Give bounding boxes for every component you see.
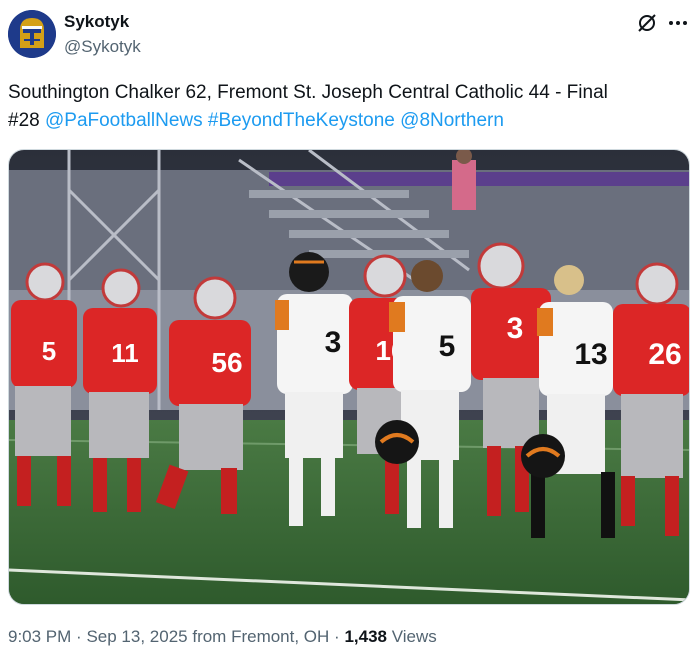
author-handle[interactable]: @Sykotyk [64, 37, 141, 57]
mention-link[interactable]: @8Northern [400, 110, 504, 131]
post-location: from Fremont, OH [192, 627, 330, 646]
hashtag-link[interactable]: #BeyondTheKeystone [208, 110, 395, 131]
grok-icon[interactable] [636, 12, 658, 34]
tweet-text: Southington Chalker 62, Fremont St. Jose… [8, 79, 692, 135]
jersey-number: 5 [42, 336, 56, 366]
post-time[interactable]: 9:03 PM [8, 627, 71, 646]
jersey-number: 3 [325, 326, 342, 359]
helmeted-knight-avatar-icon [8, 10, 56, 58]
tweet-text-line: #28 @PaFootballNews #BeyondTheKeystone @… [8, 107, 692, 135]
tweet-text-prefix: #28 [8, 110, 40, 131]
separator: · [334, 627, 340, 646]
post-date[interactable]: Sep 13, 2025 [86, 627, 187, 646]
jersey-number: 5 [439, 330, 456, 363]
author-display-name[interactable]: Sykotyk [64, 12, 129, 32]
avatar[interactable] [8, 10, 56, 58]
jersey-number: 26 [648, 338, 681, 371]
jersey-number: 56 [211, 347, 242, 378]
jersey-number: 11 [111, 338, 139, 368]
tweet-photo[interactable]: 5 11 56 3 16 5 3 13 26 [8, 149, 690, 605]
tweet-text-line: Southington Chalker 62, Fremont St. Jose… [8, 82, 608, 103]
tweet-metadata: 9:03 PM · Sep 13, 2025 from Fremont, OH … [8, 627, 437, 647]
separator: · [76, 627, 82, 646]
jersey-number: 3 [507, 312, 524, 345]
football-handshake-photo: 5 11 56 3 16 5 3 13 26 [9, 150, 689, 604]
mention-link[interactable]: @PaFootballNews [45, 110, 203, 131]
more-options-icon[interactable] [667, 12, 689, 34]
jersey-number: 13 [574, 338, 607, 371]
views-count[interactable]: 1,438 [344, 627, 387, 646]
views-label: Views [391, 627, 437, 646]
